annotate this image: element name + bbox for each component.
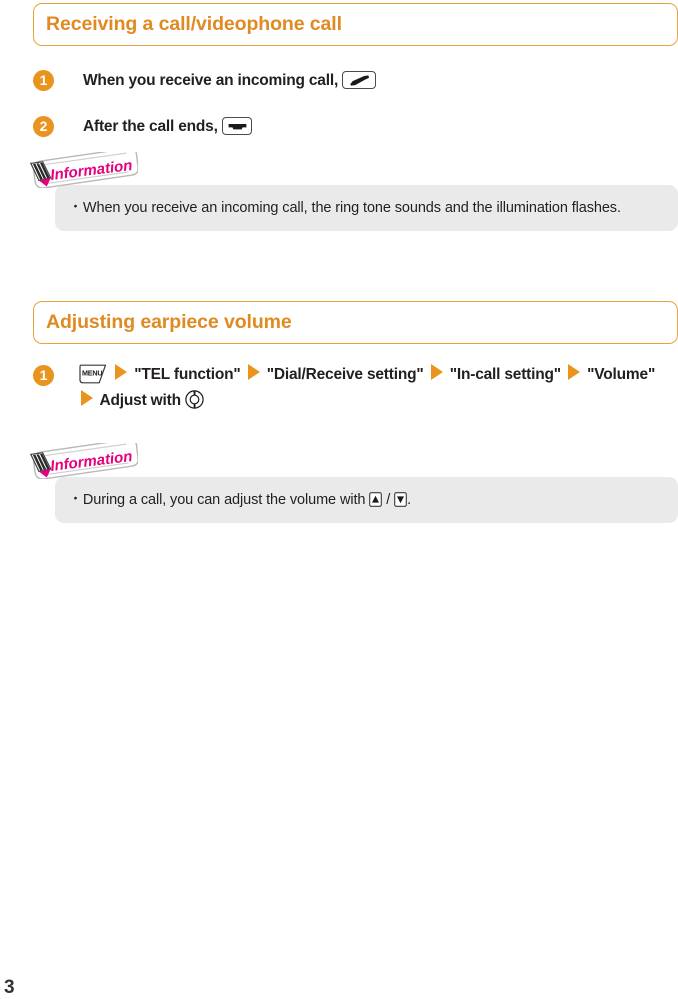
section-heading-adjusting-volume: Adjusting earpiece volume [33,301,678,344]
step-number-badge: 1 [33,365,54,386]
arrow-right-icon [247,364,260,380]
information-tab: Information [28,438,139,480]
nav-key-icon [185,390,204,409]
information-text-row: ・When you receive an incoming call, the … [69,196,664,219]
call-handset-glyph [350,75,370,86]
step-sequence-text: Adjust with [99,392,182,409]
information-box: ・When you receive an incoming call, the … [55,185,678,231]
step-row: 2 After the call ends, [33,114,653,140]
section-heading-label: Adjusting earpiece volume [46,310,292,333]
menu-key-graphic: MENU [79,364,107,384]
menu-key-icon: MENU [78,364,108,384]
arrow-right-icon [568,364,581,380]
call-key-icon [342,71,377,89]
step-sequence-text: "Volume" [587,366,656,383]
volume-down-key-graphic [394,492,407,507]
step-number-badge: 2 [33,116,54,137]
key-separator: / [386,492,391,508]
step-row: 1 When you receive an incoming call, [33,68,653,94]
information-text-row: ・During a call, you can adjust the volum… [69,488,664,511]
step-sequence-text: "TEL function" [134,366,241,383]
volume-up-key-graphic [369,492,383,507]
step-text: When you receive an incoming call, [83,68,653,94]
svg-text:MENU: MENU [82,369,102,378]
volume-up-key-icon [369,492,383,507]
section-heading-label: Receiving a call/videophone call [46,12,342,35]
nav-key-graphic [185,390,204,409]
bullet-mark: ・ [69,491,82,506]
end-handset-glyph [228,124,247,130]
step-sequence-text: "Dial/Receive setting" [266,366,424,383]
information-text: During a call, you can adjust the volume… [82,492,366,508]
information-text: When you receive an incoming call, the r… [82,200,621,216]
arrow-right-icon [430,364,443,380]
information-box: ・During a call, you can adjust the volum… [55,477,678,523]
arrow-right-icon [81,390,93,406]
step-sequence-text: "In-call setting" [449,366,561,383]
arrow-right-icon [115,364,128,380]
page-number: 3 [4,977,15,998]
manual-page: Receiving a call/videophone call 1 When … [0,0,678,998]
bullet-mark: ・ [69,199,82,214]
information-tab: Information [28,147,139,189]
section-heading-receiving-call: Receiving a call/videophone call [33,3,678,46]
information-tab-graphic: Information [29,147,139,189]
step-text-label: When you receive an incoming call, [83,72,339,89]
step-sequence: MENU "TEL function" "Dial/Receive settin… [78,362,673,414]
end-key-icon [221,117,252,135]
step-text: After the call ends, [83,114,653,140]
volume-down-key-icon [394,492,407,507]
step-number-badge: 1 [33,70,54,91]
information-text-after: . [407,492,412,508]
step-row: 1 MENU "TEL function" "Dial/Receive sett… [33,362,673,414]
step-text-label: After the call ends, [83,118,218,135]
information-tab-graphic: Information [29,438,139,480]
